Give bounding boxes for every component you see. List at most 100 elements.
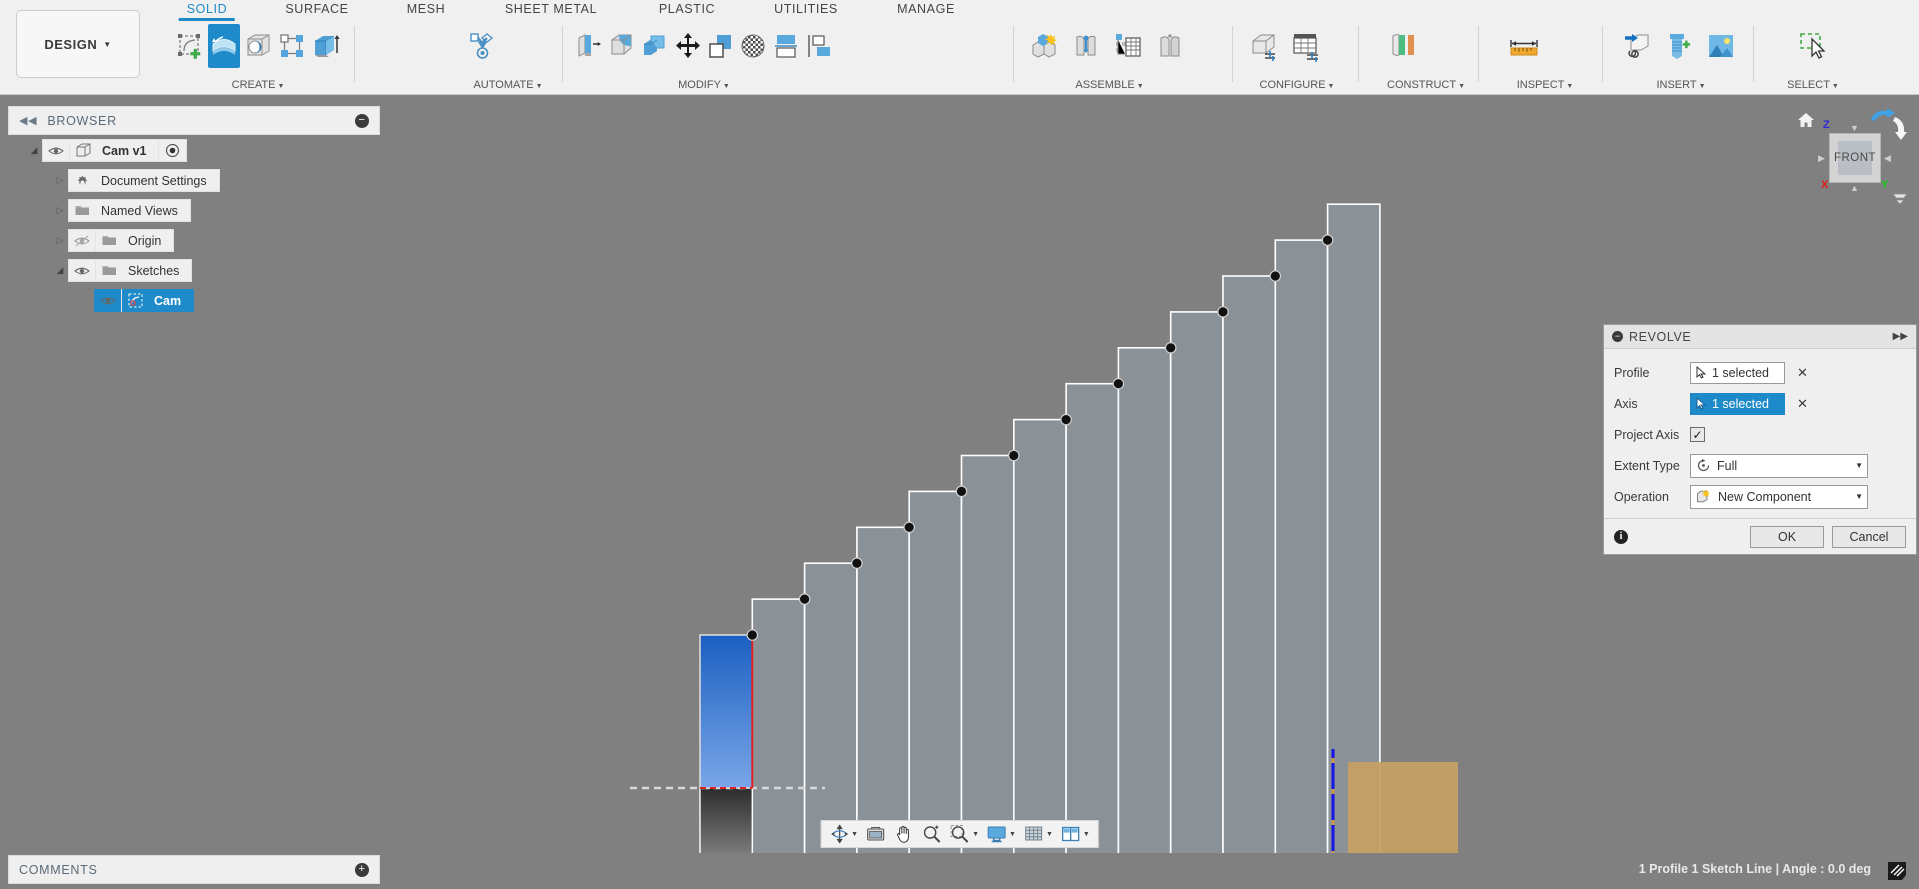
measure-button[interactable] [1504, 24, 1544, 68]
browser-node-chip[interactable]: Document Settings [68, 169, 220, 192]
eye-visible-icon[interactable] [69, 259, 96, 282]
collapse-icon[interactable]: − [1612, 331, 1623, 342]
browser-node-chip[interactable]: Sketches [68, 259, 193, 282]
joint-button[interactable] [1066, 24, 1106, 68]
view-cube-face[interactable]: FRONT [1829, 133, 1881, 183]
activate-component-radio[interactable] [158, 139, 186, 162]
zoom-window-button[interactable]: ▼ [946, 822, 983, 846]
look-at-button[interactable] [862, 822, 890, 846]
align-button[interactable] [771, 24, 802, 68]
cube-arrow-left[interactable]: ▶ [1818, 153, 1825, 164]
axis-selection-input[interactable]: 1 selected [1690, 392, 1785, 415]
automate-button[interactable] [462, 24, 502, 68]
ribbon-tab-utilities[interactable]: UTILITIES [774, 2, 838, 16]
insert-mcmaster-button[interactable] [1659, 24, 1699, 68]
divider [1232, 26, 1233, 82]
configure-model-button[interactable] [1244, 24, 1284, 68]
combine-button[interactable] [705, 24, 736, 68]
ribbon-tab-manage[interactable]: MANAGE [897, 2, 955, 16]
expand-arrow-open-icon[interactable]: ◢ [52, 265, 68, 276]
physical-material-button[interactable] [738, 24, 769, 68]
ribbon-tab-surface[interactable]: SURFACE [285, 2, 348, 16]
expand-arrow-closed-icon[interactable]: ▷ [52, 235, 68, 246]
job-status-icon[interactable] [1885, 859, 1909, 883]
home-icon[interactable] [1797, 111, 1815, 134]
browser-node-label: Named Views [101, 203, 178, 218]
eye-visible-icon[interactable] [95, 289, 122, 312]
offset-plane-button[interactable] [1382, 24, 1422, 68]
chevron-down-icon: ▼ [1136, 83, 1144, 90]
zoom-button[interactable] [918, 822, 946, 846]
ribbon-tab-mesh[interactable]: MESH [407, 2, 446, 16]
fillet-button[interactable] [607, 24, 638, 68]
cube-arrow-up[interactable]: ▼ [1850, 123, 1859, 133]
view-cube[interactable]: FRONT Z X Y ▼ ▶ ◀ ▲ [1791, 103, 1911, 213]
expand-arrow-closed-icon[interactable]: ▷ [52, 205, 68, 216]
panel-label-inspect: INSPECT ▼ [1516, 79, 1574, 91]
pattern-button[interactable] [276, 24, 308, 68]
press-pull-button[interactable] [574, 24, 605, 68]
display-settings-button[interactable]: ▼ [983, 822, 1020, 846]
cancel-button[interactable]: Cancel [1832, 525, 1906, 548]
profile-selection-input[interactable]: 1 selected [1690, 361, 1785, 384]
expand-more-icon[interactable]: ▶▶ [1893, 331, 1908, 342]
info-icon[interactable]: i [1614, 529, 1628, 544]
insert-canvas-button[interactable] [1701, 24, 1741, 68]
viewports-button[interactable]: ▼ [1057, 822, 1094, 846]
axis-label-x: X [1821, 179, 1829, 191]
browser-node-sketches[interactable]: ◢ Sketches [8, 256, 380, 285]
browser-node-named-views[interactable]: ▷ Named Views [8, 196, 380, 225]
window-selection-button[interactable] [1793, 24, 1833, 68]
browser-node-chip[interactable]: Origin [68, 229, 175, 252]
ribbon-tab-solid[interactable]: SOLID [187, 2, 228, 16]
extrude-button[interactable] [310, 24, 342, 68]
browser-node-document-settings[interactable]: ▷ Document Settings [8, 166, 380, 195]
comments-panel[interactable]: COMMENTS + [8, 855, 380, 884]
derive-button[interactable] [1617, 24, 1657, 68]
motion-study-button[interactable] [1108, 24, 1148, 68]
extent-type-dropdown[interactable]: Full ▼ [1690, 453, 1868, 478]
expand-arrow-open-icon[interactable]: ◢ [26, 145, 42, 156]
operation-dropdown[interactable]: New Component ▼ [1690, 484, 1868, 509]
cube-arrow-right[interactable]: ◀ [1884, 153, 1891, 164]
add-comment-icon[interactable]: + [355, 862, 369, 877]
navigation-toolbar[interactable]: ▼ ▼ ▼ ▼ ▼ [820, 820, 1099, 848]
project-axis-checkbox[interactable]: ✓ [1690, 427, 1705, 442]
browser-node-cam[interactable]: Cam [8, 286, 380, 315]
minimize-icon[interactable]: − [355, 113, 369, 128]
clear-profile-button[interactable]: ✕ [1797, 365, 1808, 381]
revolve-dialog-header[interactable]: − REVOLVE ▶▶ [1604, 325, 1916, 349]
split-face-button[interactable] [803, 24, 834, 68]
configuration-table-button[interactable] [1286, 24, 1326, 68]
clear-axis-button[interactable]: ✕ [1797, 396, 1808, 412]
pan-button[interactable] [890, 822, 918, 846]
ribbon-tab-plastic[interactable]: PLASTIC [659, 2, 715, 16]
browser-node-cam-v1[interactable]: ◢ Cam v1 [8, 136, 380, 165]
revolve-dialog-body: Profile 1 selected ✕ Axis 1 selected ✕ P… [1604, 349, 1916, 518]
ribbon-tab-sheet-metal[interactable]: SHEET METAL [505, 2, 597, 16]
revolve-dialog[interactable]: − REVOLVE ▶▶ Profile 1 selected ✕ Axis 1… [1603, 324, 1917, 555]
ok-button[interactable]: OK [1750, 525, 1824, 548]
rigid-group-button[interactable] [1150, 24, 1190, 68]
eye-hidden-icon[interactable] [69, 229, 96, 252]
field-axis: Axis 1 selected ✕ [1614, 388, 1906, 419]
create-sketch-button[interactable] [174, 24, 206, 68]
browser-node-chip[interactable]: Cam [94, 289, 195, 312]
cube-arrow-down[interactable]: ▲ [1850, 183, 1859, 193]
expand-arrow-closed-icon[interactable]: ▷ [52, 175, 68, 186]
sphere-button[interactable] [242, 24, 274, 68]
browser-node-chip[interactable]: Cam v1 [42, 139, 188, 162]
move-copy-button[interactable] [672, 24, 703, 68]
orbit-button[interactable]: ▼ [825, 822, 862, 846]
revolve-button[interactable] [208, 24, 240, 68]
shell-button[interactable] [640, 24, 671, 68]
new-component-button[interactable] [1024, 24, 1064, 68]
grid-snaps-button[interactable]: ▼ [1020, 822, 1057, 846]
eye-visible-icon[interactable] [43, 139, 70, 162]
browser-node-chip[interactable]: Named Views [68, 199, 191, 222]
chevron-down-icon: ▼ [1327, 83, 1335, 90]
roll-cw-icon[interactable] [1891, 115, 1909, 148]
viewcube-menu-icon[interactable] [1891, 191, 1909, 212]
browser-node-origin[interactable]: ▷ Origin [8, 226, 380, 255]
collapse-left-icon[interactable]: ◀◀ [19, 114, 37, 127]
